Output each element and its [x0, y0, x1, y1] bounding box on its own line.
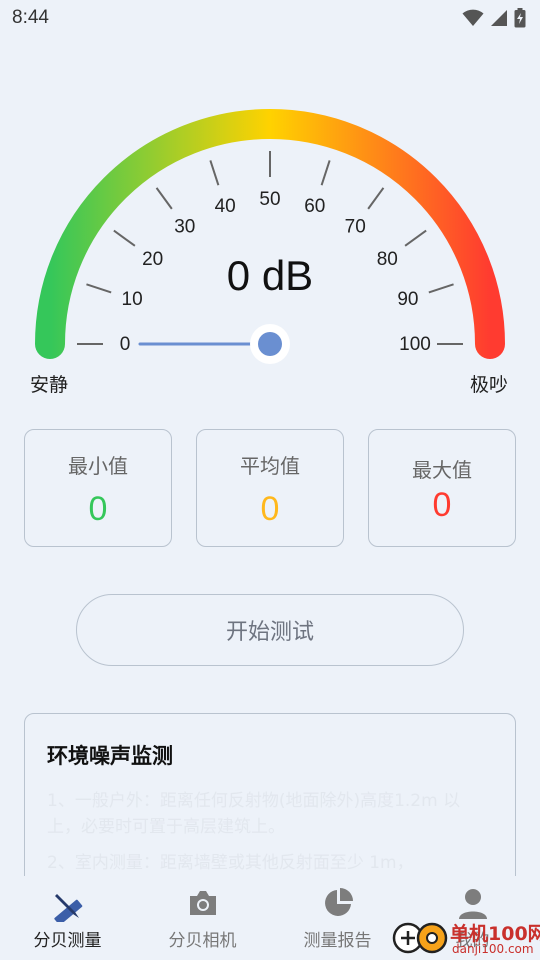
gauge-tick-70	[367, 187, 385, 210]
gauge-tick-label: 20	[142, 249, 163, 270]
min-value: 0	[88, 490, 108, 528]
gauge-tick-80	[404, 229, 427, 247]
gauge-tick-label: 70	[345, 217, 366, 238]
max-value: 0	[432, 486, 452, 524]
min-value-card: 最小值 0	[24, 429, 172, 547]
gauge-tick-label: 50	[259, 189, 280, 210]
pencil-ruler-icon	[53, 894, 82, 922]
nav-label: 测量报告	[303, 931, 372, 951]
avg-value: 0	[260, 490, 280, 528]
loud-label: 极吵	[470, 374, 509, 396]
gauge-tick-60	[320, 160, 331, 186]
camera-icon	[189, 891, 216, 915]
info-title: 环境噪声监测	[47, 744, 173, 768]
quiet-label: 安静	[30, 374, 69, 396]
avg-value-title: 平均值	[240, 454, 300, 478]
decibel-gauge: 0 10 20 30 40 50 60 70 80 90 100 0 dB	[35, 109, 505, 364]
gauge-tick-label: 60	[304, 196, 325, 217]
avg-value-card: 平均值 0	[196, 429, 344, 547]
nav-label: 分贝相机	[168, 931, 237, 951]
status-bar: 8:44	[0, 0, 540, 36]
gauge-reading: 0 dB	[227, 252, 313, 299]
start-test-button[interactable]: 开始测试	[76, 594, 464, 666]
nav-label: 分贝测量	[33, 931, 102, 951]
gauge-tick-label: 40	[215, 196, 236, 217]
gauge-tick-40	[209, 160, 220, 186]
max-value-card: 最大值 0	[368, 429, 516, 547]
wifi-icon	[462, 9, 484, 26]
gauge-tick-label: 90	[397, 289, 418, 310]
gauge-tick-30	[155, 187, 173, 210]
gauge-needle-dot	[258, 332, 282, 356]
watermark-url: danji100.com	[452, 942, 534, 956]
gauge-tick-label: 80	[377, 249, 398, 270]
battery-icon	[514, 8, 526, 28]
nav-measure-report[interactable]: 测量报告	[270, 876, 405, 960]
watermark-logo-icon	[392, 922, 448, 954]
watermark: 单机100网 danji100.com	[392, 916, 540, 960]
gauge-tick-label: 10	[122, 289, 143, 310]
gauge-tick-label: 100	[399, 334, 431, 355]
pie-chart-icon	[324, 888, 353, 916]
min-value-title: 最小值	[68, 454, 128, 478]
gauge-tick-10	[86, 283, 112, 294]
info-paragraph-2: 2、室内测量：距离墙壁或其他反射面至少 1m，	[47, 853, 414, 873]
status-icons	[462, 8, 526, 28]
status-time: 8:44	[12, 7, 49, 28]
gauge-tick-label: 0	[120, 334, 131, 355]
signal-icon	[491, 10, 507, 26]
max-value-title: 最大值	[412, 458, 472, 482]
nav-decibel-measure[interactable]: 分贝测量	[0, 876, 135, 960]
gauge-tick-label: 30	[174, 217, 195, 238]
info-paragraph-1: 1、一般户外：距离任何反射物(地面除外)高度1.2m 以上，必要时可置于高层建筑…	[47, 791, 461, 837]
gauge-tick-90	[428, 283, 454, 294]
gauge-tick-20	[113, 229, 136, 247]
nav-decibel-camera[interactable]: 分贝相机	[135, 876, 270, 960]
